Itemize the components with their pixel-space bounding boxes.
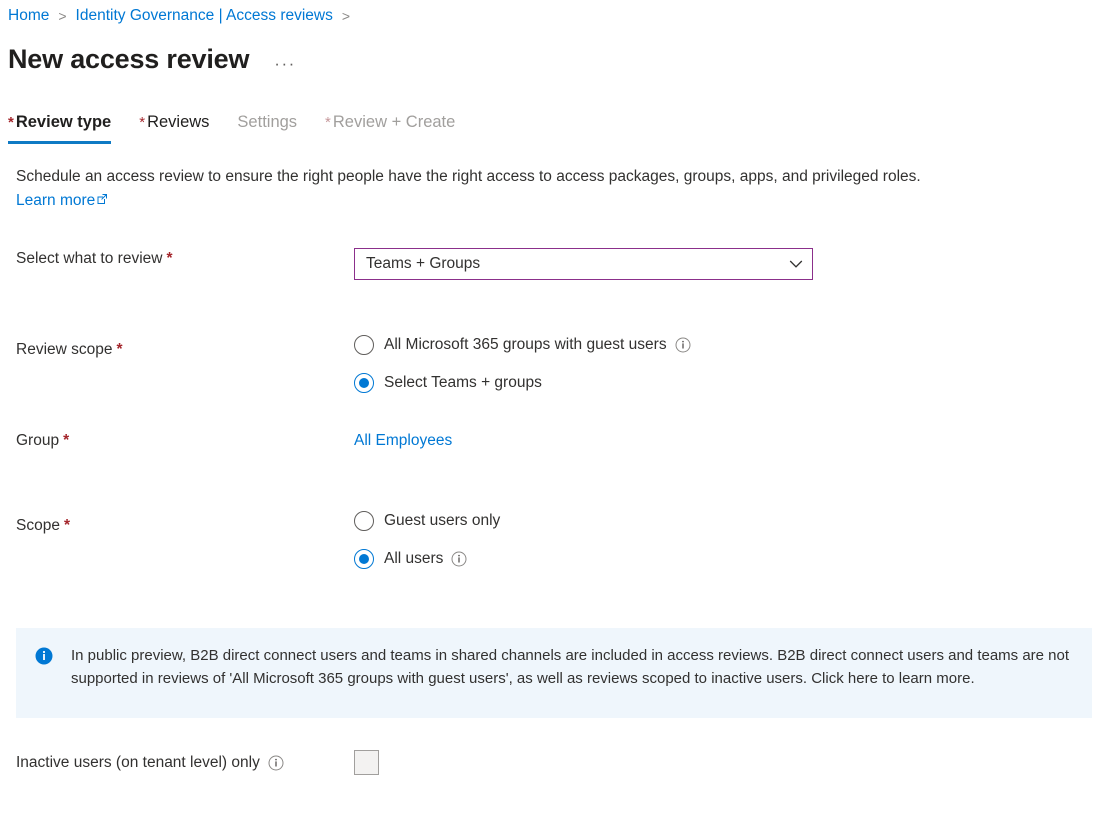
field-review-scope: All Microsoft 365 groups with guest user… bbox=[354, 334, 1100, 394]
radio-all-users[interactable]: All users bbox=[354, 548, 1100, 570]
tab-review-create-label: Review + Create bbox=[333, 113, 455, 131]
row-scope: Scope* Guest users only All users bbox=[0, 510, 1100, 570]
row-review-scope: Review scope* All Microsoft 365 groups w… bbox=[0, 334, 1100, 394]
row-group: Group* All Employees bbox=[0, 430, 1100, 452]
info-banner: In public preview, B2B direct connect us… bbox=[16, 628, 1092, 718]
breadcrumb-item-home[interactable]: Home bbox=[8, 5, 49, 27]
new-access-review-page: Home > Identity Governance | Access revi… bbox=[0, 0, 1100, 817]
group-value-link[interactable]: All Employees bbox=[354, 430, 452, 449]
required-mark-2: * bbox=[117, 341, 123, 358]
learn-more-label: Learn more bbox=[16, 189, 95, 212]
tab-required-mark: * bbox=[8, 114, 14, 131]
row-select-what-to-review: Select what to review* Teams + Groups bbox=[0, 248, 1100, 280]
radio-guest-users-only-label: Guest users only bbox=[384, 510, 500, 532]
tab-reviews[interactable]: *Reviews bbox=[139, 110, 209, 145]
title-row: New access review ··· bbox=[8, 42, 296, 76]
field-group: All Employees bbox=[354, 430, 1100, 452]
label-select-what-to-review: Select what to review* bbox=[0, 248, 354, 270]
info-icon-3[interactable] bbox=[268, 755, 284, 771]
radio-circle-checked-icon-2[interactable] bbox=[354, 549, 374, 569]
required-mark-3: * bbox=[63, 432, 69, 449]
breadcrumb-item-identity-governance[interactable]: Identity Governance | Access reviews bbox=[76, 5, 333, 27]
radio-select-teams-groups[interactable]: Select Teams + groups bbox=[354, 372, 1100, 394]
tab-review-type[interactable]: *Review type bbox=[8, 110, 111, 145]
tab-required-mark-2: * bbox=[139, 114, 145, 131]
learn-more-link[interactable]: Learn more bbox=[16, 189, 108, 212]
radio-guest-users-only[interactable]: Guest users only bbox=[354, 510, 1100, 532]
label-inactive-users: Inactive users (on tenant level) only bbox=[16, 752, 354, 774]
radio-circle-unchecked-icon[interactable] bbox=[354, 335, 374, 355]
label-review-scope: Review scope* bbox=[0, 334, 354, 361]
info-banner-text: In public preview, B2B direct connect us… bbox=[71, 644, 1074, 690]
info-icon-2[interactable] bbox=[451, 551, 467, 567]
tab-required-mark-3: * bbox=[325, 114, 331, 131]
review-type-form: Select what to review* Teams + Groups Re… bbox=[0, 248, 1100, 570]
label-scope: Scope* bbox=[0, 510, 354, 537]
tab-settings[interactable]: Settings bbox=[237, 110, 297, 144]
radio-all-m365-groups-label: All Microsoft 365 groups with guest user… bbox=[384, 334, 667, 356]
tab-settings-label: Settings bbox=[237, 113, 297, 131]
more-options-icon[interactable]: ··· bbox=[274, 58, 295, 70]
select-what-to-review-dropdown[interactable]: Teams + Groups bbox=[354, 248, 813, 280]
review-scope-radio-group: All Microsoft 365 groups with guest user… bbox=[354, 334, 1100, 394]
required-mark: * bbox=[166, 250, 172, 267]
row-inactive-users: Inactive users (on tenant level) only bbox=[16, 750, 379, 775]
radio-select-teams-groups-label: Select Teams + groups bbox=[384, 372, 542, 394]
external-link-icon bbox=[96, 189, 108, 212]
tab-review-create[interactable]: *Review + Create bbox=[325, 110, 455, 145]
tab-reviews-label: Reviews bbox=[147, 113, 209, 131]
field-select-what-to-review: Teams + Groups bbox=[354, 248, 1100, 280]
radio-circle-checked-icon[interactable] bbox=[354, 373, 374, 393]
required-mark-4: * bbox=[64, 517, 70, 534]
info-icon[interactable] bbox=[675, 337, 691, 353]
inactive-users-checkbox[interactable] bbox=[354, 750, 379, 775]
info-circle-filled-icon bbox=[35, 647, 53, 665]
field-scope: Guest users only All users bbox=[354, 510, 1100, 570]
label-scope-text: Scope bbox=[16, 517, 60, 534]
select-what-to-review-value: Teams + Groups bbox=[366, 255, 788, 273]
page-description-text: Schedule an access review to ensure the … bbox=[16, 168, 921, 185]
label-group-text: Group bbox=[16, 432, 59, 449]
radio-all-m365-groups-with-guest-users[interactable]: All Microsoft 365 groups with guest user… bbox=[354, 334, 1100, 356]
breadcrumb-separator-icon: > bbox=[58, 5, 66, 27]
radio-all-users-label: All users bbox=[384, 548, 443, 570]
label-group: Group* bbox=[0, 430, 354, 452]
label-select-what-to-review-text: Select what to review bbox=[16, 250, 162, 267]
wizard-tabs: *Review type *Reviews Settings *Review +… bbox=[8, 110, 483, 145]
label-inactive-users-text: Inactive users (on tenant level) only bbox=[16, 752, 260, 774]
label-review-scope-text: Review scope bbox=[16, 341, 113, 358]
breadcrumb: Home > Identity Governance | Access revi… bbox=[8, 5, 359, 27]
tab-review-type-label: Review type bbox=[16, 113, 111, 131]
radio-circle-unchecked-icon-2[interactable] bbox=[354, 511, 374, 531]
breadcrumb-separator-icon-2: > bbox=[342, 5, 350, 27]
page-description: Schedule an access review to ensure the … bbox=[16, 165, 1056, 212]
scope-radio-group: Guest users only All users bbox=[354, 510, 1100, 570]
page-title: New access review bbox=[8, 42, 249, 76]
chevron-down-icon bbox=[788, 256, 804, 272]
